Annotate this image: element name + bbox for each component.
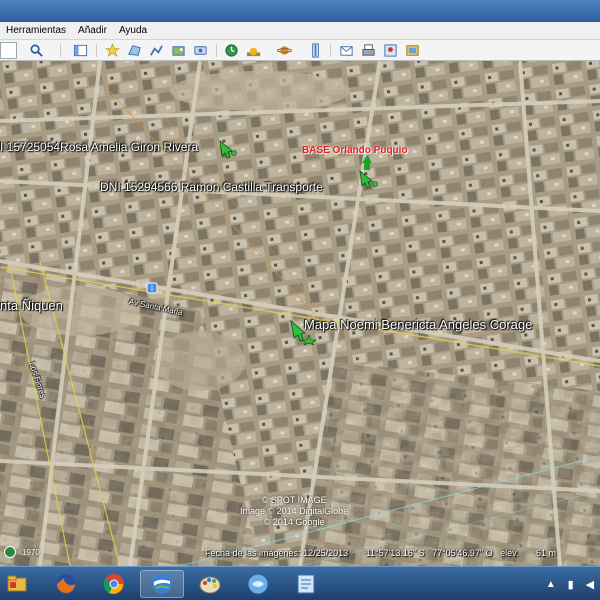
google-earth-icon[interactable] [140, 570, 184, 598]
image-overlay-icon[interactable] [169, 42, 187, 59]
maps-icon[interactable] [236, 570, 280, 598]
print-icon[interactable] [359, 42, 377, 59]
windows-taskbar: ▲ ▮ ◀ [0, 566, 600, 600]
latitude-readout: 11°57'13.16" S [365, 548, 425, 558]
placemark-label-ramon[interactable]: DNI 15294566 Ramon Castilla Transporte [100, 180, 323, 194]
placemark-pin-rosa[interactable] [218, 139, 238, 164]
ruler-icon[interactable] [306, 42, 324, 59]
elevation-value: 61 m [536, 548, 557, 558]
imagery-date-value: 12/25/2013 [303, 548, 349, 558]
placemark-pin-base[interactable] [358, 155, 380, 194]
folder-icon[interactable] [2, 570, 32, 598]
tour-icon[interactable] [191, 42, 209, 59]
longitude-readout: 77°05'46.97" O [432, 548, 493, 558]
menu-ayuda[interactable]: Ayuda [113, 22, 153, 40]
historical-imagery-clock-icon[interactable] [4, 546, 16, 558]
polygon-icon[interactable] [125, 42, 143, 59]
search-icon[interactable] [27, 42, 45, 59]
chrome-icon[interactable] [92, 570, 136, 598]
credit-spot: © SPOT IMAGE [261, 495, 327, 505]
credit-digitalglobe: Image © 2014 DigitalGlobe [240, 506, 349, 516]
toolbar [0, 40, 600, 61]
maps-view-icon[interactable] [381, 42, 399, 59]
placemark-label-noemi[interactable]: Mapa Noemi Benericta Angeles Corage [304, 317, 532, 332]
imagery-credits: © SPOT IMAGE Image © 2014 DigitalGlobe ©… [240, 495, 348, 528]
toolbar-separator [216, 44, 217, 57]
placemark-icon[interactable] [103, 42, 121, 59]
toolbar-separator [96, 44, 97, 57]
menu-herramientas[interactable]: Herramientas [0, 22, 72, 40]
notepad-icon[interactable] [284, 570, 328, 598]
save-image-icon[interactable] [403, 42, 421, 59]
place-label: nta Ñiquen [0, 298, 63, 313]
tray-network-icon[interactable]: ▮ [568, 578, 574, 591]
window-title-bar [0, 0, 600, 22]
firefox-icon[interactable] [44, 570, 88, 598]
info-marker-icon[interactable]: i [146, 281, 158, 299]
credit-google: © 2014 Google [263, 517, 325, 527]
placemark-label-rosa[interactable]: I 15725054Rosa Amelia Giron Rivera [0, 140, 198, 154]
map-status-bar: Fecha de las imágenes: 12/25/2013 11°57'… [205, 548, 556, 558]
svg-text:i: i [151, 284, 153, 293]
menu-bar: Herramientas Añadir Ayuda [0, 22, 600, 40]
tray-volume-icon[interactable]: ◀ [586, 578, 594, 591]
planets-icon[interactable] [275, 42, 293, 59]
historical-imagery-icon[interactable] [222, 42, 240, 59]
search-input[interactable] [0, 42, 17, 59]
historical-year: 1970 [22, 548, 40, 557]
paint-icon[interactable] [188, 570, 232, 598]
path-icon[interactable] [147, 42, 165, 59]
sunlight-icon[interactable] [244, 42, 262, 59]
menu-anadir[interactable]: Añadir [72, 22, 113, 40]
placemark-label-base[interactable]: BASE Orlando Puquio [302, 145, 408, 156]
elevation-label: elev. [500, 548, 519, 558]
toolbar-separator [60, 44, 61, 57]
toolbar-separator [330, 44, 331, 57]
imagery-date-label: Fecha de las imágenes: [205, 548, 301, 558]
map-view[interactable]: i I 15725054Rosa Amelia Giron Rivera BAS… [0, 61, 600, 566]
system-tray: ▲ ▮ ◀ [540, 571, 600, 597]
satellite-imagery [0, 61, 600, 566]
sidebar-toggle-icon[interactable] [71, 42, 89, 59]
email-icon[interactable] [337, 42, 355, 59]
tray-language-icon[interactable]: ▲ [546, 579, 556, 590]
